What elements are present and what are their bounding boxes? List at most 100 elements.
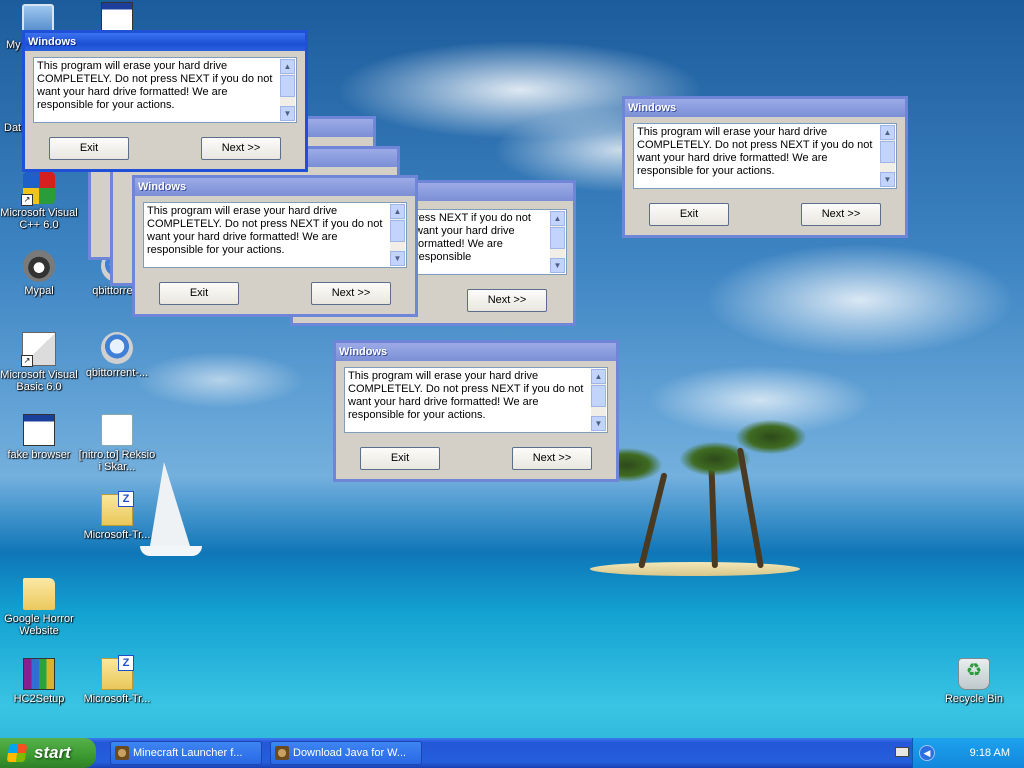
scroll-thumb[interactable] bbox=[390, 220, 405, 242]
palm-tree-trunk bbox=[736, 447, 764, 569]
desktop-icon-label: qbittorrent-... bbox=[85, 367, 149, 379]
desktop-icon-hc2setup[interactable]: HC2Setup bbox=[0, 658, 78, 705]
desktop-icon-microsoft-tr-2[interactable]: Microsoft-Tr... bbox=[78, 655, 156, 705]
desktop-icon-nitro-reksio[interactable]: [nitro.to] Reksio i Skar... bbox=[78, 414, 156, 473]
next-button[interactable]: Next >> bbox=[311, 282, 391, 305]
keyboard-icon[interactable] bbox=[895, 747, 909, 757]
sailboat-sail bbox=[150, 462, 190, 546]
desktop-icon-recycle-bin[interactable]: Recycle Bin bbox=[935, 658, 1013, 705]
taskbar: start Minecraft Launcher f... Download J… bbox=[0, 738, 1024, 768]
next-button[interactable]: Next >> bbox=[467, 289, 547, 312]
desktop-icon-label: Microsoft-Tr... bbox=[83, 693, 151, 705]
desktop-icon-label: Microsoft Visual Basic 6.0 bbox=[0, 369, 78, 393]
dialog-message: This program will erase your hard drive … bbox=[637, 126, 873, 177]
desktop-icon-label: HC2Setup bbox=[13, 693, 65, 705]
dialog-title-bar[interactable]: Windows bbox=[625, 99, 905, 117]
zip-folder-icon bbox=[101, 655, 134, 690]
desktop-icon-qbittorrent-setup[interactable]: qbittorrent-... bbox=[78, 332, 156, 379]
document-icon bbox=[101, 414, 133, 446]
scroll-down-icon[interactable]: ▼ bbox=[591, 416, 606, 431]
palm-tree-trunk bbox=[638, 472, 668, 569]
island bbox=[590, 562, 800, 576]
windows-logo-icon bbox=[6, 744, 28, 762]
desktop-icon-label: My bbox=[6, 39, 21, 51]
palm-tree-trunk bbox=[708, 467, 718, 569]
download-java-icon bbox=[275, 746, 289, 760]
dialog-message-box[interactable]: This program will erase your hard drive … bbox=[33, 57, 297, 123]
dialog-window[interactable]: Windows This program will erase your har… bbox=[333, 340, 619, 482]
desktop-icon-label: Google Horror Website bbox=[4, 613, 74, 637]
desktop-icon-microsoft-tr-1[interactable]: Microsoft-Tr... bbox=[78, 491, 156, 541]
desktop-icon-visual-cpp[interactable]: ↗ Microsoft Visual C++ 6.0 bbox=[0, 172, 78, 231]
taskbar-item-label: Minecraft Launcher f... bbox=[133, 747, 243, 759]
dialog-window[interactable]: Windows This program will erase your har… bbox=[132, 175, 418, 317]
dialog-message: This program will erase your hard drive … bbox=[147, 205, 383, 256]
desktop-icon-label: [nitro.to] Reksio i Skar... bbox=[78, 449, 156, 473]
zip-folder-icon bbox=[101, 491, 134, 526]
scroll-down-icon[interactable]: ▼ bbox=[390, 251, 405, 266]
desktop-icon-label: fake browser bbox=[7, 449, 71, 461]
dialog-title-bar[interactable]: Windows bbox=[135, 178, 415, 196]
palm-tree-leaves bbox=[736, 420, 806, 454]
scroll-down-icon[interactable]: ▼ bbox=[880, 172, 895, 187]
scroll-up-icon[interactable]: ▲ bbox=[280, 59, 295, 74]
message-scrollbar[interactable]: ▲ ▼ bbox=[280, 59, 295, 121]
shortcut-arrow-icon: ↗ bbox=[21, 355, 33, 367]
next-button[interactable]: Next >> bbox=[801, 203, 881, 226]
visual-basic-icon: ↗ bbox=[21, 332, 56, 367]
dialog-window[interactable]: Windows This program will erase your har… bbox=[622, 96, 908, 238]
desktop-icon-label: Microsoft-Tr... bbox=[83, 529, 151, 541]
taskbar-item-download-java[interactable]: Download Java for W... bbox=[270, 741, 422, 765]
minecraft-launcher-icon bbox=[115, 746, 129, 760]
scroll-thumb[interactable] bbox=[280, 75, 295, 97]
dialog-title-bar[interactable]: Windows bbox=[25, 33, 305, 51]
visual-cpp-icon: ↗ bbox=[21, 172, 55, 206]
message-scrollbar[interactable]: ▲ ▼ bbox=[390, 204, 405, 266]
desktop-icon-label: Dat bbox=[4, 122, 22, 134]
message-scrollbar[interactable]: ▲ ▼ bbox=[591, 369, 606, 431]
scroll-thumb[interactable] bbox=[880, 141, 895, 163]
start-button[interactable]: start bbox=[0, 738, 96, 768]
dialog-message-box[interactable]: This program will erase your hard drive … bbox=[143, 202, 407, 268]
taskbar-item-minecraft-launcher[interactable]: Minecraft Launcher f... bbox=[110, 741, 262, 765]
scroll-up-icon[interactable]: ▲ bbox=[390, 204, 405, 219]
scroll-thumb[interactable] bbox=[591, 385, 606, 407]
desktop-icon-label: Mypal bbox=[24, 285, 54, 297]
recycle-bin-icon bbox=[958, 658, 990, 690]
scroll-down-icon[interactable]: ▼ bbox=[280, 106, 295, 121]
exit-button[interactable]: Exit bbox=[49, 137, 129, 160]
scroll-down-icon[interactable]: ▼ bbox=[550, 258, 565, 273]
desktop-icon-google-horror[interactable]: Google Horror Website bbox=[0, 578, 78, 637]
clock[interactable]: 9:18 AM bbox=[970, 738, 1010, 768]
qbittorrent-setup-icon bbox=[101, 332, 133, 364]
desktop-icon-label: Recycle Bin bbox=[944, 693, 1004, 705]
chevron-left-icon[interactable]: ◀ bbox=[919, 745, 935, 761]
folder-icon bbox=[23, 578, 55, 610]
exit-button[interactable]: Exit bbox=[159, 282, 239, 305]
message-scrollbar[interactable]: ▲ ▼ bbox=[880, 125, 895, 187]
dialog-message: This program will erase your hard drive … bbox=[37, 60, 273, 111]
dialog-message: This program will erase your hard drive … bbox=[348, 370, 584, 421]
desktop-icon-fake-browser[interactable]: fake browser bbox=[0, 414, 78, 461]
dialog-message-box[interactable]: This program will erase your hard drive … bbox=[633, 123, 897, 189]
desktop-icon-mypal[interactable]: Mypal bbox=[0, 250, 78, 297]
start-label: start bbox=[34, 743, 71, 762]
scroll-up-icon[interactable]: ▲ bbox=[591, 369, 606, 384]
next-button[interactable]: Next >> bbox=[201, 137, 281, 160]
dialog-window-active[interactable]: Windows This program will erase your har… bbox=[22, 30, 308, 172]
desktop-icon-visual-basic[interactable]: ↗ Microsoft Visual Basic 6.0 bbox=[0, 332, 78, 393]
dialog-message: ress NEXT if you do not want your hard d… bbox=[415, 212, 531, 263]
system-tray: ◀ 9:18 AM bbox=[895, 738, 1024, 768]
winrar-archive-icon bbox=[23, 658, 55, 690]
message-scrollbar[interactable]: ▲ ▼ bbox=[550, 211, 565, 273]
scroll-thumb[interactable] bbox=[550, 227, 565, 249]
dialog-message-box[interactable]: ress NEXT if you do not want your hard d… bbox=[411, 209, 567, 275]
dialog-title-bar[interactable]: Windows bbox=[336, 343, 616, 361]
scroll-up-icon[interactable]: ▲ bbox=[880, 125, 895, 140]
exit-button[interactable]: Exit bbox=[649, 203, 729, 226]
exit-button[interactable]: Exit bbox=[360, 447, 440, 470]
shortcut-arrow-icon: ↗ bbox=[21, 194, 33, 206]
next-button[interactable]: Next >> bbox=[512, 447, 592, 470]
scroll-up-icon[interactable]: ▲ bbox=[550, 211, 565, 226]
dialog-message-box[interactable]: This program will erase your hard drive … bbox=[344, 367, 608, 433]
